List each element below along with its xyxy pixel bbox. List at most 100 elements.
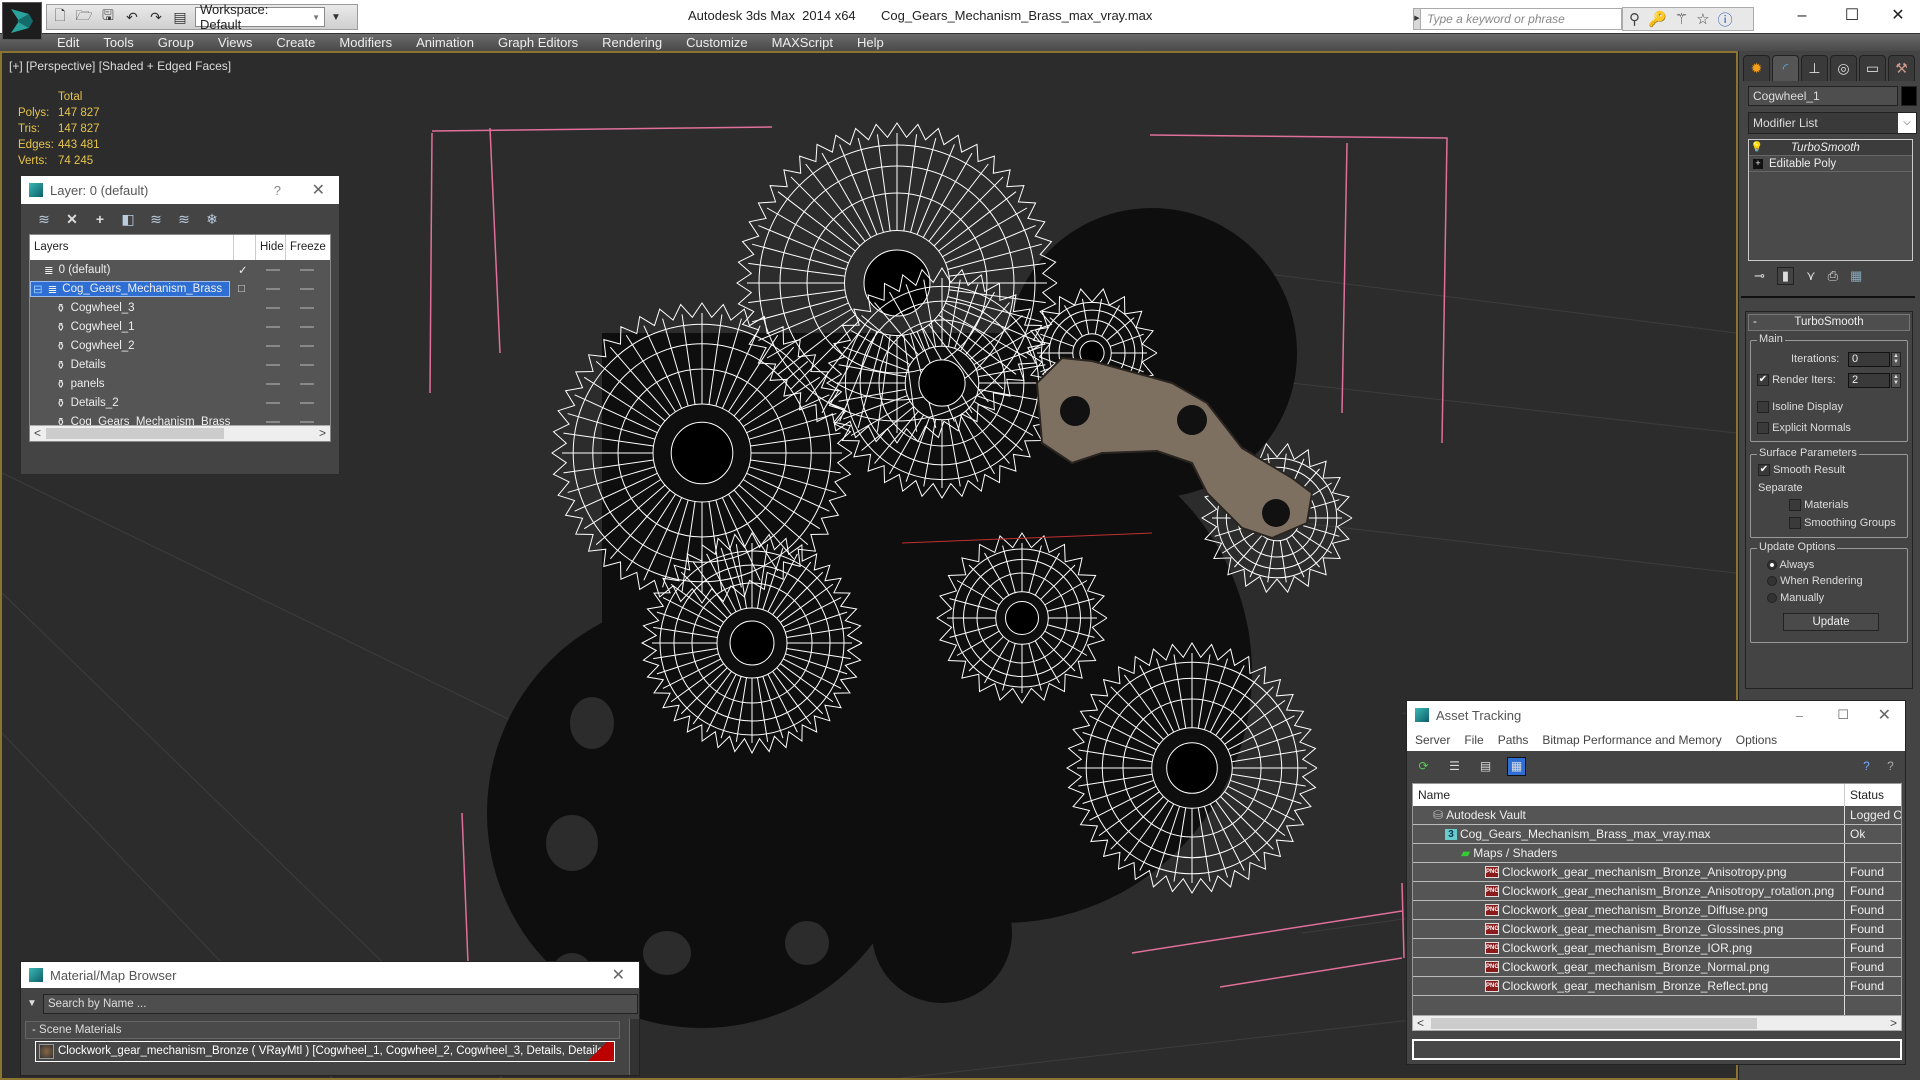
vertical-scrollbar[interactable] (629, 1019, 639, 1075)
help-button[interactable]: ? (274, 183, 281, 198)
star-icon[interactable]: ☆ (1696, 10, 1709, 28)
layer-name-cell[interactable]: ⚱ Details (30, 358, 230, 372)
explicit-normals-checkbox[interactable]: Explicit Normals (1757, 422, 1851, 435)
col-name[interactable]: Name (1413, 784, 1845, 806)
layer-row[interactable]: ⚱ Details_2 (30, 393, 330, 412)
menu-help[interactable]: Help (857, 34, 896, 51)
select-objects-icon[interactable]: ◧ (119, 210, 137, 228)
tab-display[interactable]: ▭ (1859, 55, 1886, 81)
menu-customize[interactable]: Customize (686, 34, 759, 51)
save-icon[interactable]: 🖫 (99, 7, 117, 26)
asset-row[interactable]: ▰ Maps / Shaders (1413, 844, 1901, 863)
radio[interactable] (1767, 560, 1777, 571)
turbosmooth-rollout-header[interactable]: - TurboSmooth (1748, 314, 1910, 331)
close-icon[interactable]: ✕ (1878, 705, 1891, 725)
collapse-icon[interactable]: ⊟ (33, 282, 43, 296)
freeze-layer-icon[interactable]: ❄ (203, 210, 221, 228)
col-layers[interactable]: Layers (30, 235, 234, 260)
render-iters-checkbox[interactable]: ✔ Render Iters: (1757, 374, 1836, 387)
horizontal-scrollbar[interactable]: < > (1412, 1015, 1902, 1031)
new-icon[interactable]: 🗋 (51, 7, 69, 26)
object-color-swatch[interactable] (1901, 86, 1917, 106)
scroll-thumb[interactable] (46, 428, 224, 439)
checkbox[interactable] (1757, 401, 1769, 414)
material-search-input[interactable]: Search by Name ... (43, 994, 638, 1014)
materials-checkbox[interactable]: Materials (1789, 499, 1849, 512)
asset-row[interactable]: PNG Clockwork_gear_mechanism_Bronze_Gloss… (1413, 920, 1901, 939)
asset-row[interactable]: 3 Cog_Gears_Mechanism_Brass_max_vray.max O… (1413, 825, 1901, 844)
tab-motion[interactable]: ◎ (1830, 55, 1857, 81)
refresh-icon[interactable]: ⟳ (1415, 758, 1432, 775)
layer-name-cell[interactable]: ⚱ panels (30, 377, 230, 391)
radio-always[interactable]: Always (1767, 559, 1814, 571)
menu-graph-editors[interactable]: Graph Editors (498, 34, 590, 51)
menu-bitmap-performance[interactable]: Bitmap Performance and Memory (1542, 733, 1721, 747)
maximize-button[interactable]: ☐ (1832, 4, 1872, 28)
tree-icon[interactable]: ▤ (1477, 758, 1494, 775)
toolbar-overflow-icon[interactable]: ▼ (331, 12, 341, 23)
asset-row[interactable]: ⛁Autodesk Vault Logged Ou (1413, 806, 1901, 825)
app-menu-button[interactable] (2, 2, 42, 40)
checkbox[interactable] (1757, 422, 1769, 435)
set-current-layer-icon[interactable]: ≋ (175, 210, 193, 228)
hide-toggle[interactable] (266, 288, 280, 290)
hide-toggle[interactable] (266, 307, 280, 309)
smoothing-groups-checkbox[interactable]: Smoothing Groups (1789, 517, 1896, 530)
stack-item-turbosmooth[interactable]: 💡 TurboSmooth (1749, 140, 1912, 156)
select-layer-icon[interactable]: ≋ (147, 210, 165, 228)
col-current[interactable] (234, 235, 256, 260)
menu-tools[interactable]: Tools (103, 34, 145, 51)
freeze-toggle[interactable] (300, 307, 314, 309)
tab-hierarchy[interactable]: ⊥ (1801, 55, 1828, 81)
layer-row[interactable]: ⚱ Cogwheel_2 (30, 336, 330, 355)
layer-row[interactable]: ⚱ Cogwheel_1 (30, 317, 330, 336)
asset-row[interactable]: PNG Clockwork_gear_mechanism_Bronze_Diffu… (1413, 901, 1901, 920)
tab-create[interactable]: ✹ (1743, 55, 1770, 81)
lightbulb-icon[interactable]: 💡 (1749, 142, 1765, 153)
filter-icon[interactable]: ▼ (27, 998, 37, 1009)
close-button[interactable]: ✕ (1878, 4, 1918, 28)
expand-icon[interactable]: + (1753, 158, 1763, 169)
key-icon[interactable]: 🔑 (1648, 10, 1667, 28)
material-item[interactable]: Clockwork_gear_mechanism_Bronze ( VRayMt… (35, 1041, 615, 1062)
radio-manually[interactable]: Manually (1767, 592, 1824, 604)
redo-icon[interactable]: ↷ (147, 8, 165, 26)
layer-name-cell[interactable]: ⊟ ≣ Cog_Gears_Mechanism_Brass (30, 280, 230, 297)
layer-row[interactable]: ⊟ ≣ Cog_Gears_Mechanism_Brass □ (30, 279, 330, 298)
freeze-toggle[interactable] (300, 402, 314, 404)
layer-name-cell[interactable]: ⚱ Cogwheel_2 (30, 339, 230, 353)
asset-tracking-titlebar[interactable]: Asset Tracking – ☐ ✕ (1407, 701, 1905, 729)
menu-group[interactable]: Group (158, 34, 206, 51)
spinner-arrows[interactable]: ▲ ▼ (1891, 352, 1901, 367)
table-icon[interactable]: ▦ (1507, 756, 1526, 776)
freeze-toggle[interactable] (300, 383, 314, 385)
menu-maxscript[interactable]: MAXScript (772, 34, 845, 51)
add-to-layer-icon[interactable]: + (91, 210, 109, 228)
spinner-arrows[interactable]: ▲ ▼ (1891, 373, 1901, 388)
close-icon[interactable]: ✕ (612, 965, 625, 985)
col-hide[interactable]: Hide (256, 235, 286, 260)
freeze-toggle[interactable] (300, 326, 314, 328)
configure-sets-icon[interactable]: ▦ (1850, 268, 1862, 284)
layer-row[interactable]: ≣ 0 (default) ✓ (30, 260, 330, 279)
remove-modifier-icon[interactable]: ⎙ (1828, 268, 1838, 284)
menu-server[interactable]: Server (1415, 733, 1450, 747)
layer-name-cell[interactable]: ⚱ Details_2 (30, 396, 230, 410)
asset-row[interactable]: PNG Clockwork_gear_mechanism_Bronze_Norma… (1413, 958, 1901, 977)
scroll-right-icon[interactable]: > (1890, 1016, 1897, 1030)
list-icon[interactable]: ☰ (1446, 758, 1463, 775)
minimize-button[interactable]: – (1782, 4, 1822, 28)
scroll-left-icon[interactable]: < (34, 426, 41, 440)
layer-name-cell[interactable]: ≣ 0 (default) (30, 263, 230, 277)
render-iters-spinner[interactable]: 2 (1848, 373, 1890, 388)
hide-toggle[interactable] (266, 345, 280, 347)
asset-row[interactable]: PNG Clockwork_gear_mechanism_Bronze_Aniso… (1413, 863, 1901, 882)
menu-rendering[interactable]: Rendering (602, 34, 674, 51)
smooth-result-checkbox[interactable]: ✔ Smooth Result (1758, 464, 1845, 477)
menu-modifiers[interactable]: Modifiers (339, 34, 404, 51)
freeze-toggle[interactable] (300, 288, 314, 290)
hide-toggle[interactable] (266, 364, 280, 366)
asset-row[interactable]: PNG Clockwork_gear_mechanism_Bronze_IOR.p… (1413, 939, 1901, 958)
scroll-thumb[interactable] (1431, 1018, 1757, 1029)
scroll-left-icon[interactable]: < (1417, 1016, 1424, 1030)
